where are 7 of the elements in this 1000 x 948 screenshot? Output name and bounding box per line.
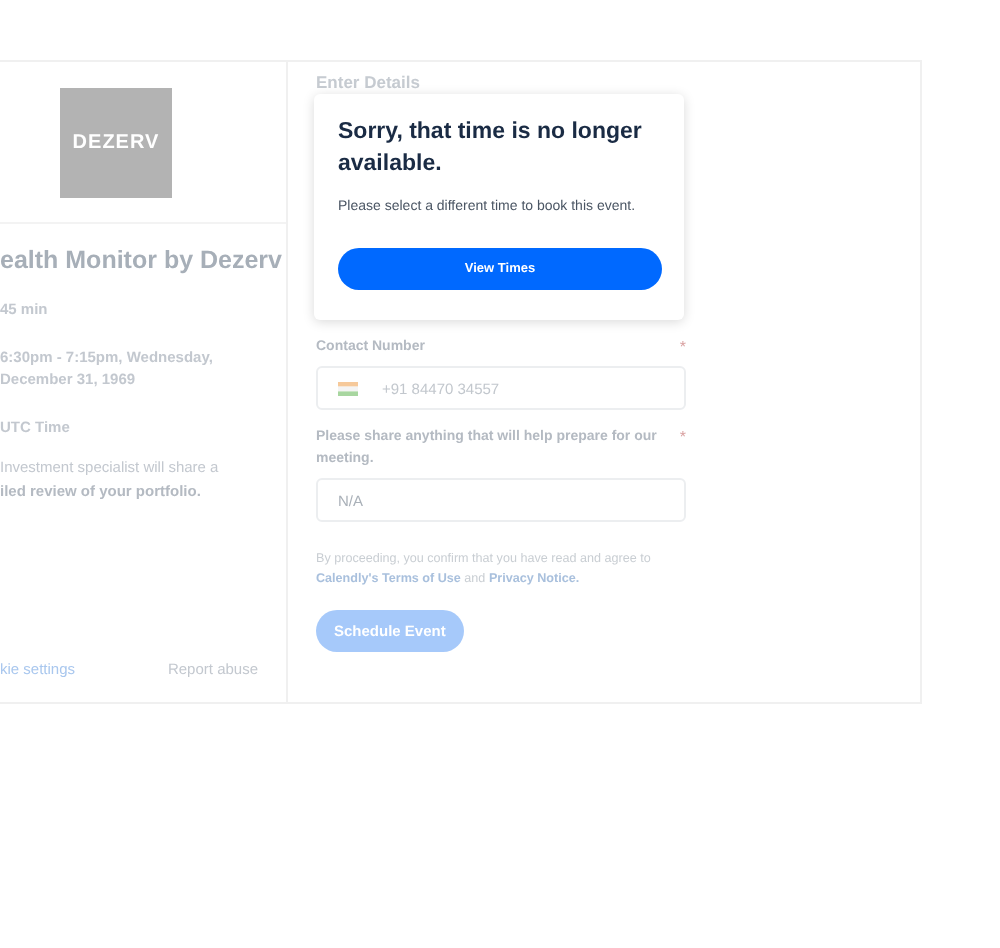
required-mark: * xyxy=(679,426,686,450)
required-mark: * xyxy=(679,336,686,358)
form-heading: Enter Details xyxy=(316,72,422,92)
company-logo: DEZERV xyxy=(60,87,172,197)
event-title: ealth Monitor by Dezerv xyxy=(0,246,284,274)
dialog-title: Sorry, that time is no longer available. xyxy=(338,118,644,180)
flag-icon xyxy=(338,381,358,395)
